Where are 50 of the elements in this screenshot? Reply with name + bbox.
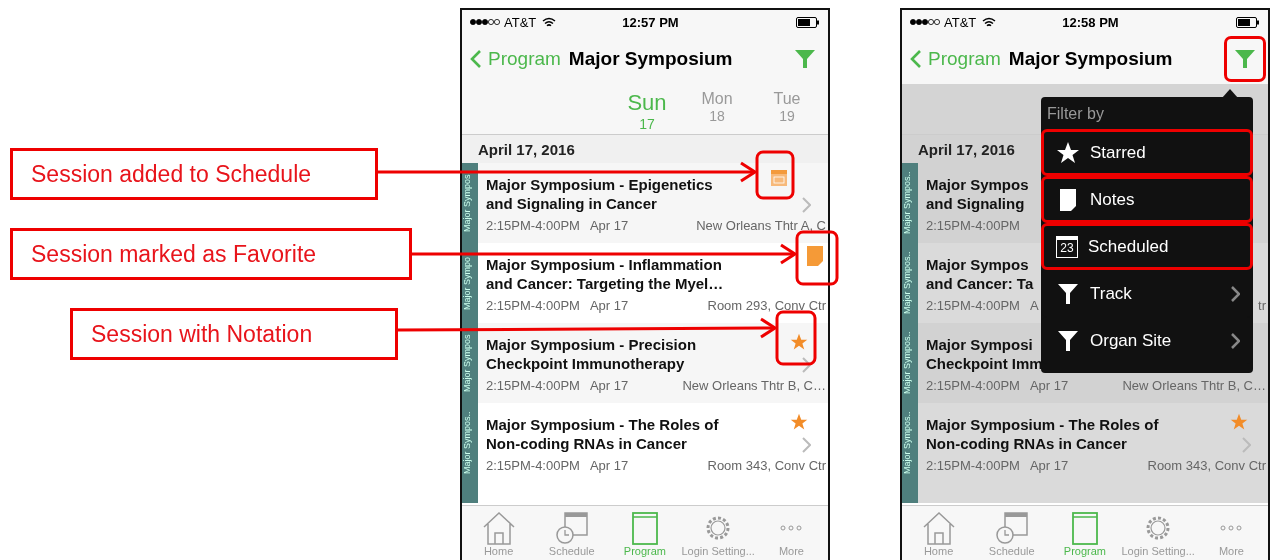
session-location: Room 343, Conv Ctr [1147, 458, 1266, 473]
session-time: 2:15PM-4:00PM [926, 378, 1020, 393]
session-location: tr [1258, 298, 1266, 313]
session-time: 2:15PM-4:00PM [486, 458, 580, 473]
track-label: Major Sympos [462, 163, 478, 243]
session-time: 2:15PM-4:00PM [926, 218, 1020, 233]
session-title: Major Sympos and Signaling [926, 175, 1029, 213]
carrier-label: AT&T [944, 14, 977, 30]
session-time: 2:15PM-4:00PM [486, 218, 580, 233]
session-title: Major Symposium - Inflammation and Cancer: Targeting the Myel… [486, 255, 724, 293]
track-label: Major Sympo [462, 243, 478, 323]
session-title: Major Symposium - Epigenetics and Signaling in Cancer [486, 175, 713, 213]
session-time: 2:15PM-4:00PM [486, 378, 580, 393]
menu-title: Filter by [1046, 104, 1105, 124]
session-location: New Orleans Thtr B, C… [1122, 378, 1266, 393]
session-title: Major Sympos and Cancer: Ta [926, 255, 1034, 293]
session-title: Major Symposi Checkpoint Imm [926, 335, 1043, 373]
session-date: Apr 17 [589, 458, 629, 473]
track-label: Major Sympos.. [902, 243, 918, 323]
track-label: Major Sympos.. [902, 323, 918, 403]
callout-label: Session with Notation [70, 308, 398, 360]
status-time: 12:57 PM [622, 14, 680, 30]
carrier-label: AT&T [504, 14, 537, 30]
session-date: Apr 17 [1029, 458, 1069, 473]
session-location: Room 343, Conv Ctr [707, 458, 826, 473]
session-date: Apr 17 [589, 298, 629, 313]
screen-title: Major Symposium [568, 48, 734, 70]
status-time: 12:58 PM [1062, 14, 1120, 30]
session-title: Major Symposium - The Roles of Non-coding RNAs in Cancer [926, 415, 1159, 453]
session-date: Apr 17 [589, 218, 629, 233]
session-date: A [1029, 298, 1039, 313]
session-date: Apr 17 [1029, 378, 1069, 393]
session-title: Major Symposium - Precision Checkpoint Immunotherapy [486, 335, 697, 373]
callout-label: Session added to Schedule [10, 148, 378, 200]
session-title: Major Symposium - The Roles of Non-coding RNAs in Cancer [486, 415, 719, 453]
date-header: April 17, 2016 [462, 135, 828, 163]
session-time: 2:15PM-4:00PM [926, 458, 1020, 473]
track-label: Major Sympos.. [902, 403, 918, 483]
session-date: Apr 17 [589, 378, 629, 393]
session-location: New Orleans Thtr B, C… [682, 378, 826, 393]
track-label: Major Sympos.. [462, 403, 478, 483]
session-location: Room 293, Conv Ctr [707, 298, 826, 313]
session-time: 2:15PM-4:00PM [486, 298, 580, 313]
callout-label: Session marked as Favorite [10, 228, 412, 280]
track-label: Major Sympos.. [902, 163, 918, 243]
calendar-icon: 23 [1056, 235, 1078, 258]
screen-title: Major Symposium [1008, 48, 1174, 70]
session-location: New Orleans Thtr A, C [696, 218, 826, 233]
track-label: Major Sympos [462, 323, 478, 403]
session-time: 2:15PM-4:00PM [926, 298, 1020, 313]
